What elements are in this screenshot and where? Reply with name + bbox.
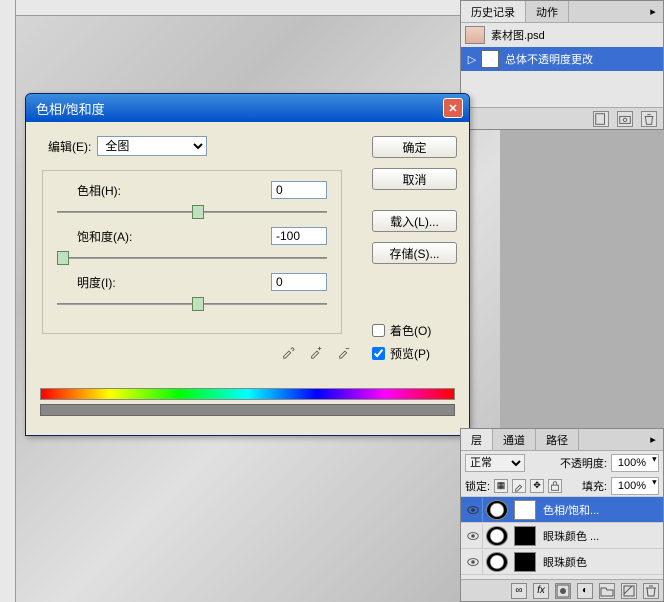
ok-button[interactable]: 确定 bbox=[372, 136, 457, 158]
layer-row[interactable]: 色相/饱和... bbox=[461, 497, 663, 523]
history-step[interactable]: ▷ 总体不透明度更改 bbox=[461, 47, 663, 71]
layer-name[interactable]: 眼珠颜色 ... bbox=[539, 528, 661, 544]
edit-label: 编辑(E): bbox=[48, 138, 91, 155]
history-item-label: 总体不透明度更改 bbox=[505, 51, 593, 67]
fill-label: 填充: bbox=[582, 478, 607, 494]
new-group-icon[interactable] bbox=[599, 583, 615, 599]
lock-label: 锁定: bbox=[465, 478, 490, 494]
new-snapshot-icon[interactable] bbox=[617, 111, 633, 127]
tab-history[interactable]: 历史记录 bbox=[461, 1, 526, 22]
layer-name[interactable]: 眼珠颜色 bbox=[539, 554, 661, 570]
layer-mask-button-icon[interactable] bbox=[555, 583, 571, 599]
layers-panel: 层 通道 路径 ▸ 正常 不透明度: 100% 锁定: ▦ ✥ 填充: 100% bbox=[460, 428, 664, 602]
visibility-icon[interactable] bbox=[463, 524, 483, 548]
delete-layer-icon[interactable] bbox=[643, 583, 659, 599]
eyedropper-add-icon[interactable] bbox=[306, 342, 326, 362]
fill-input[interactable]: 100% bbox=[611, 477, 659, 495]
layer-mask-icon bbox=[514, 526, 536, 546]
adjustment-layer-icon bbox=[486, 526, 508, 546]
visibility-icon[interactable] bbox=[463, 550, 483, 574]
opacity-label: 不透明度: bbox=[560, 455, 607, 471]
lock-pixels-icon[interactable] bbox=[512, 479, 526, 493]
edit-dropdown[interactable]: 全图 bbox=[97, 136, 207, 156]
link-layers-icon[interactable]: ∞ bbox=[511, 583, 527, 599]
hue-saturation-dialog: 色相/饱和度 ✕ 编辑(E): 全图 色相(H): bbox=[25, 93, 470, 436]
hue-slider-thumb[interactable] bbox=[192, 205, 204, 219]
history-footer bbox=[461, 107, 663, 129]
new-adjustment-icon[interactable]: ◐ bbox=[577, 583, 593, 599]
history-source[interactable]: 素材图.psd bbox=[461, 23, 663, 47]
lightness-label: 明度(I): bbox=[57, 274, 116, 291]
hue-slider[interactable] bbox=[57, 205, 327, 219]
tab-actions[interactable]: 动作 bbox=[526, 1, 569, 22]
panel-menu-icon[interactable]: ▸ bbox=[643, 1, 663, 22]
lightness-slider-thumb[interactable] bbox=[192, 297, 204, 311]
colorize-label: 着色(O) bbox=[390, 322, 431, 339]
history-tabs: 历史记录 动作 ▸ bbox=[461, 1, 663, 23]
history-panel: 历史记录 动作 ▸ 素材图.psd ▷ 总体不透明度更改 bbox=[460, 0, 664, 130]
close-icon[interactable]: ✕ bbox=[443, 98, 463, 118]
opacity-input[interactable]: 100% bbox=[611, 454, 659, 472]
hue-spectrum bbox=[40, 388, 455, 416]
layer-style-icon[interactable]: fx bbox=[533, 583, 549, 599]
ruler-horizontal[interactable] bbox=[0, 0, 500, 16]
hue-label: 色相(H): bbox=[57, 182, 121, 199]
lock-transparency-icon[interactable]: ▦ bbox=[494, 479, 508, 493]
lock-position-icon[interactable]: ✥ bbox=[530, 479, 544, 493]
lightness-slider[interactable] bbox=[57, 297, 327, 311]
layer-mask-icon bbox=[514, 500, 536, 520]
adjustment-layer-icon bbox=[486, 500, 508, 520]
hue-bar-top bbox=[40, 388, 455, 400]
preview-checkbox[interactable] bbox=[372, 347, 385, 360]
layers-footer: ∞ fx ◐ bbox=[461, 579, 663, 601]
eyedropper-group bbox=[38, 342, 362, 362]
new-layer-icon[interactable] bbox=[621, 583, 637, 599]
tab-layers[interactable]: 层 bbox=[461, 429, 493, 450]
preview-label: 预览(P) bbox=[390, 345, 430, 362]
lightness-input[interactable] bbox=[271, 273, 327, 291]
history-thumb-icon bbox=[465, 26, 485, 44]
history-brush-source-icon: ▷ bbox=[465, 53, 479, 66]
load-button[interactable]: 载入(L)... bbox=[372, 210, 457, 232]
tab-paths[interactable]: 路径 bbox=[536, 429, 579, 450]
saturation-input[interactable] bbox=[271, 227, 327, 245]
eyedropper-icon[interactable] bbox=[278, 342, 298, 362]
layer-name[interactable]: 色相/饱和... bbox=[539, 502, 661, 518]
saturation-label: 饱和度(A): bbox=[57, 228, 132, 245]
eyedropper-subtract-icon[interactable] bbox=[334, 342, 354, 362]
tab-channels[interactable]: 通道 bbox=[493, 429, 536, 450]
layer-mask-icon bbox=[514, 552, 536, 572]
layer-row[interactable]: 眼珠颜色 bbox=[461, 549, 663, 575]
hue-input[interactable] bbox=[271, 181, 327, 199]
layers-menu-icon[interactable]: ▸ bbox=[643, 429, 663, 450]
dialog-title: 色相/饱和度 bbox=[32, 99, 443, 118]
layer-row[interactable]: 眼珠颜色 ... bbox=[461, 523, 663, 549]
save-button[interactable]: 存储(S)... bbox=[372, 242, 457, 264]
new-doc-from-state-icon[interactable] bbox=[593, 111, 609, 127]
sliders-fieldset: 色相(H): 饱和度(A): bbox=[42, 170, 342, 334]
colorize-checkbox[interactable] bbox=[372, 324, 385, 337]
visibility-icon[interactable] bbox=[463, 498, 483, 522]
lock-all-icon[interactable] bbox=[548, 479, 562, 493]
saturation-slider-thumb[interactable] bbox=[57, 251, 69, 265]
cancel-button[interactable]: 取消 bbox=[372, 168, 457, 190]
blend-mode-dropdown[interactable]: 正常 bbox=[465, 454, 525, 472]
adjustment-layer-icon bbox=[486, 552, 508, 572]
ruler-vertical[interactable] bbox=[0, 0, 16, 602]
history-step-icon bbox=[481, 50, 499, 68]
delete-state-icon[interactable] bbox=[641, 111, 657, 127]
saturation-slider[interactable] bbox=[57, 251, 327, 265]
history-item-label: 素材图.psd bbox=[491, 27, 545, 43]
dialog-titlebar[interactable]: 色相/饱和度 ✕ bbox=[26, 94, 469, 122]
hue-bar-bottom bbox=[40, 404, 455, 416]
